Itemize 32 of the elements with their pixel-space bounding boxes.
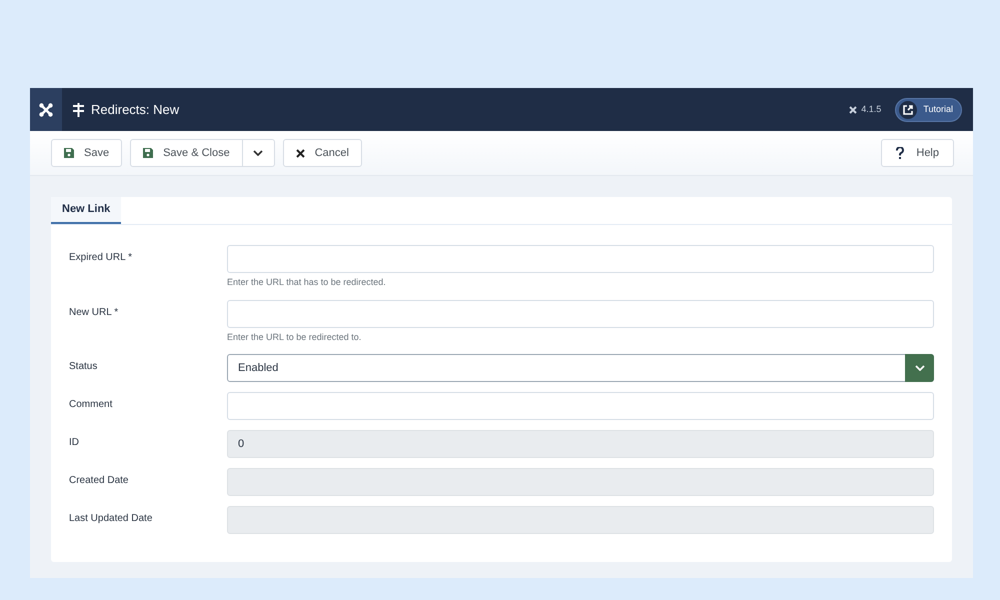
readonly-field: 0 [227,430,934,458]
field-label: Comment [69,398,114,412]
field-label: ID [69,436,80,450]
logo-icon [39,102,53,116]
signpost-icon [72,102,85,116]
caret-icon [253,150,264,156]
dropdown-button[interactable] [242,139,275,167]
input-field[interactable] [227,245,934,273]
external-link-icon [899,100,918,118]
input-field[interactable] [227,300,934,328]
version-label: 4.1.5 [861,102,882,116]
field-label: Status [69,360,98,374]
save-button[interactable]: Save [51,139,122,167]
help-button[interactable]: Help [881,139,954,167]
close-icon [296,148,305,158]
logo-icon [849,106,858,114]
logo-tile[interactable] [30,88,62,131]
help-text: Enter the URL to be redirected to. [227,330,362,344]
tab[interactable]: New Link [51,197,122,224]
field-label: New URL * [69,306,120,320]
question-mark-icon [896,147,904,159]
status-select[interactable]: Enabled [227,354,934,382]
input-field[interactable] [227,392,934,420]
field-label: Created Date [69,474,130,488]
dropdown-caret-icon [905,354,934,382]
help-text: Enter the URL that has to be redirected. [227,276,387,289]
field-label: Last Updated Date [69,512,154,526]
page-title: Redirects: New [91,100,180,119]
field-label: Expired URL * [69,251,133,265]
save-close-button[interactable]: Save & Close [130,139,243,167]
tutorial-button[interactable]: Tutorial [895,98,962,122]
cancel-button[interactable]: Cancel [282,139,362,167]
